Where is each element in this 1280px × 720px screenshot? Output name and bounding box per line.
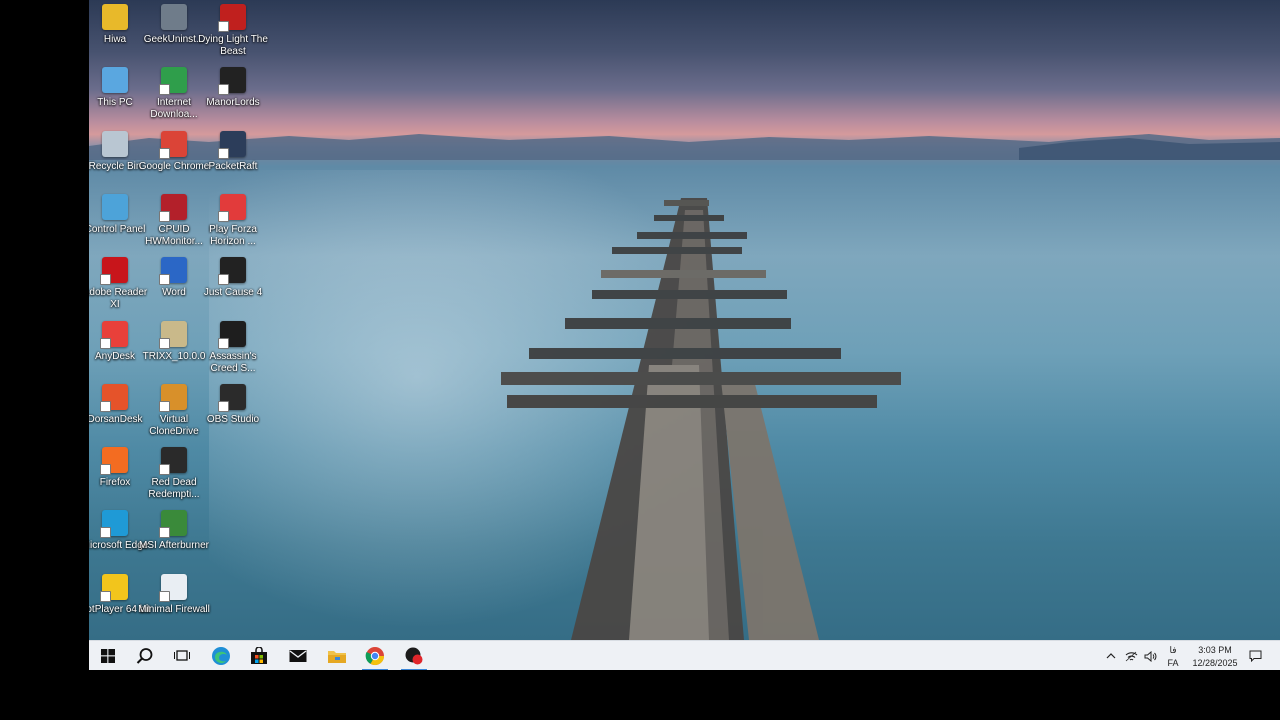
desktop-icon-label: Assassin's Creed S... — [209, 351, 257, 374]
app-taskbar-button[interactable] — [395, 641, 433, 670]
forza-horizon-icon — [218, 194, 246, 222]
file-explorer-taskbar-button[interactable] — [318, 641, 356, 670]
file-explorer-icon — [328, 651, 346, 663]
store-taskbar-button[interactable] — [240, 641, 278, 670]
hwmonitor-icon — [159, 194, 187, 222]
language-native: فا — [1169, 645, 1177, 655]
taskbar: فا FA 3:03 PM 12/28/2025 — [89, 640, 1280, 670]
obs-studio-icon — [218, 384, 246, 412]
desktop-icon-geek-uninstaller[interactable]: GeekUninst... — [144, 4, 204, 46]
msi-afterburner-icon — [159, 510, 187, 538]
desktop-icon-forza-horizon[interactable]: Play Forza Horizon ... — [203, 194, 263, 248]
manor-lords-icon — [218, 67, 246, 95]
desktop-icon-packetraft[interactable]: PacketRaft — [203, 131, 263, 173]
speaker-icon — [1144, 650, 1156, 662]
potplayer-icon — [100, 574, 128, 602]
network-button[interactable] — [1122, 641, 1140, 670]
desktop-icon-trixx[interactable]: TRIXX_10.0.0 — [143, 321, 205, 363]
control-panel-icon — [102, 194, 128, 220]
wallpaper-pier — [501, 198, 901, 640]
internet-download-manager-icon — [159, 67, 187, 95]
desktop-icon-label: Play Forza Horizon ... — [209, 224, 257, 247]
desktop-icon-chrome[interactable]: Google Chrome — [139, 131, 209, 173]
anydesk-icon — [100, 321, 128, 349]
desktop-icon-adobe-reader[interactable]: Adobe Reader XI — [89, 257, 147, 311]
wifi-icon — [1125, 651, 1137, 661]
search-button[interactable] — [126, 641, 164, 670]
clock[interactable]: 3:03 PM 12/28/2025 — [1184, 644, 1246, 670]
desktop-icon-word[interactable]: Word — [144, 257, 204, 299]
desktop-icon-obs-studio[interactable]: OBS Studio — [203, 384, 263, 426]
mail-taskbar-button[interactable] — [279, 641, 317, 670]
desktop-icon-red-dead-redemption[interactable]: Red Dead Redempti... — [144, 447, 204, 501]
desktop-icon-label: Dying Light The Beast — [198, 34, 268, 57]
desktop-icon-label: ManorLords — [206, 97, 260, 108]
chevron-up-icon — [1106, 653, 1116, 659]
user-folder-icon — [102, 4, 128, 30]
start-button[interactable] — [89, 641, 127, 670]
adobe-reader-icon — [100, 257, 128, 285]
desktop-icon-dying-light[interactable]: Dying Light The Beast — [198, 4, 268, 58]
wallpaper — [89, 0, 1280, 640]
search-icon — [136, 648, 153, 664]
desktop-icon-label: PacketRaft — [208, 161, 258, 172]
edge-icon — [100, 510, 128, 538]
desktop-screen: Hiwa This PC Recycle Bin Control Panel Adobe… — [89, 0, 1280, 670]
clock-date: 12/28/2025 — [1192, 658, 1238, 668]
chrome-taskbar-button[interactable] — [356, 641, 394, 670]
notification-icon — [1249, 650, 1261, 662]
volume-button[interactable] — [1141, 641, 1159, 670]
desktop-icon-label: Red Dead Redempti... — [148, 477, 200, 500]
language-code: FA — [1167, 658, 1179, 668]
computer-icon — [102, 67, 128, 93]
desktop-icon-label: MSI Afterburner — [138, 540, 210, 551]
minimal-firewall-icon — [159, 574, 187, 602]
windows-logo-icon — [101, 649, 115, 663]
dorsandesk-icon — [100, 384, 128, 412]
red-black-app-icon — [405, 647, 423, 665]
desktop-icon-internet-download-manager[interactable]: Internet Downloa... — [144, 67, 204, 121]
clock-time: 3:03 PM — [1198, 645, 1232, 655]
dying-light-icon — [218, 4, 246, 32]
action-center-button[interactable] — [1246, 641, 1264, 670]
red-dead-redemption-icon — [159, 447, 187, 475]
desktop-icon-label: OBS Studio — [206, 414, 260, 425]
recycle-bin-icon — [102, 131, 128, 157]
firefox-icon — [100, 447, 128, 475]
store-icon — [251, 647, 267, 664]
virtual-clonedrive-icon — [159, 384, 187, 412]
task-view-button[interactable] — [163, 641, 201, 670]
assassins-creed-icon — [218, 321, 246, 349]
desktop-icon-assassins-creed[interactable]: Assassin's Creed S... — [203, 321, 263, 375]
chrome-icon — [159, 131, 187, 159]
chrome-icon — [365, 647, 384, 666]
mail-icon — [289, 650, 307, 662]
show-hidden-icons-button[interactable] — [1103, 641, 1119, 670]
desktop-icon-minimal-firewall[interactable]: Minimal Firewall — [138, 574, 210, 616]
word-icon — [159, 257, 187, 285]
desktop-icon-hwmonitor[interactable]: CPUID HWMonitor... — [144, 194, 204, 248]
task-view-icon — [174, 650, 190, 661]
input-language-indicator[interactable]: فا FA — [1165, 644, 1181, 670]
desktop-icon-just-cause[interactable]: Just Cause 4 — [203, 257, 263, 299]
desktop-icon-label: Just Cause 4 — [203, 287, 263, 298]
desktop-icon-label: Minimal Firewall — [138, 604, 210, 615]
just-cause-icon — [218, 257, 246, 285]
edge-taskbar-button[interactable] — [202, 641, 240, 670]
desktop-icon-virtual-clonedrive[interactable]: Virtual CloneDrive — [144, 384, 204, 438]
packetraft-icon — [218, 131, 246, 159]
trixx-icon — [159, 321, 187, 349]
edge-icon — [212, 647, 230, 665]
desktop-icon-manor-lords[interactable]: ManorLords — [203, 67, 263, 109]
desktop-icon-msi-afterburner[interactable]: MSI Afterburner — [139, 510, 209, 552]
geek-uninstaller-icon — [161, 4, 187, 30]
